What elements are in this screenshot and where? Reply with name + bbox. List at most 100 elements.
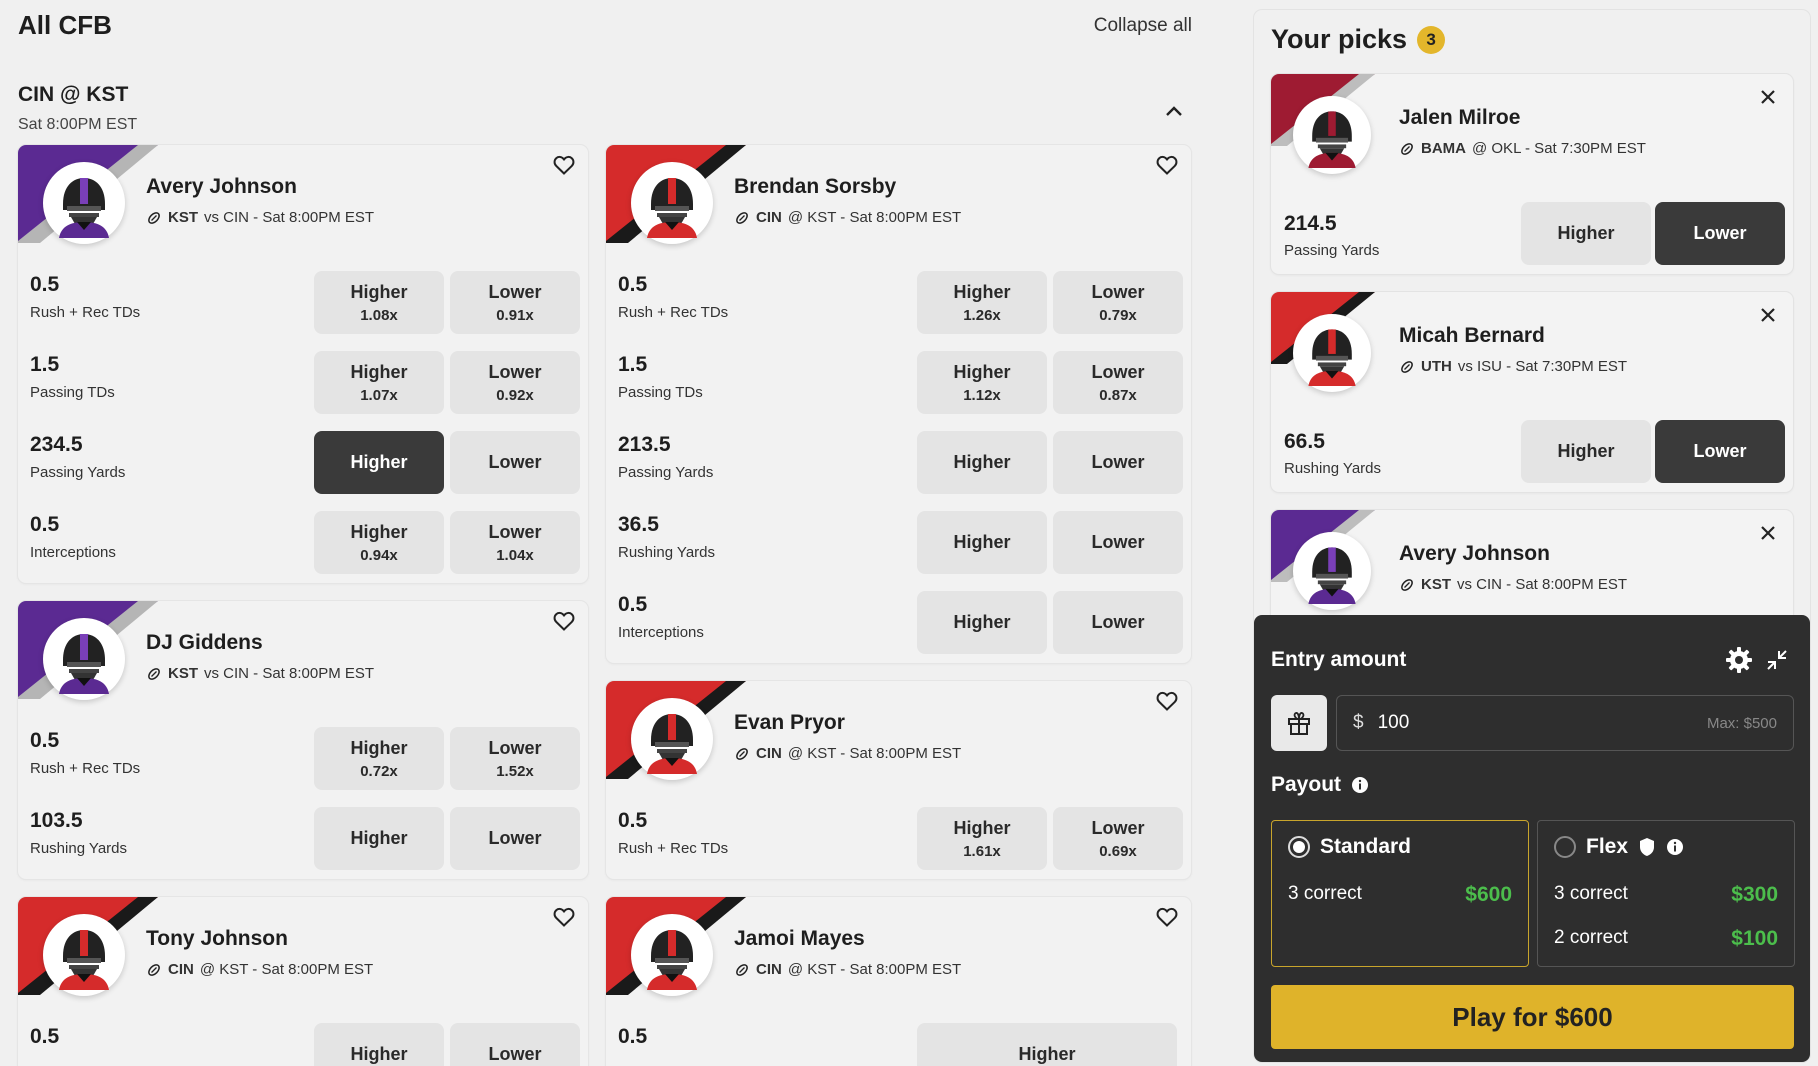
lower-multiplier: 1.04x bbox=[496, 546, 534, 564]
helmet-icon bbox=[1299, 102, 1365, 168]
lower-button-selected[interactable]: Lower bbox=[1655, 202, 1785, 265]
lower-button-selected[interactable]: Lower bbox=[1655, 420, 1785, 483]
player-matchup: KST vs CIN - Sat 8:00PM EST bbox=[146, 665, 374, 682]
stat-row: 0.5 Interceptions Higher Lower bbox=[606, 583, 1191, 663]
info-icon[interactable] bbox=[1666, 838, 1684, 856]
close-icon[interactable] bbox=[1757, 522, 1779, 544]
lower-label: Lower bbox=[1091, 532, 1145, 552]
higher-button[interactable]: Higher bbox=[917, 431, 1047, 494]
team-abbr: CIN bbox=[756, 961, 782, 978]
stat-label: Passing Yards bbox=[1284, 242, 1380, 259]
player-matchup: KST vs CIN - Sat 8:00PM EST bbox=[1399, 576, 1627, 593]
lower-label: Lower bbox=[1091, 817, 1145, 838]
minimize-icon[interactable] bbox=[1765, 648, 1789, 672]
higher-button[interactable]: Higher bbox=[1521, 420, 1651, 483]
higher-button[interactable]: Higher 1.26x bbox=[917, 271, 1047, 334]
higher-button[interactable]: Higher bbox=[314, 807, 444, 870]
higher-button[interactable]: Higher bbox=[917, 1023, 1177, 1066]
heart-icon[interactable] bbox=[552, 609, 576, 633]
heart-icon[interactable] bbox=[552, 153, 576, 177]
lower-button[interactable]: Lower 1.52x bbox=[450, 727, 580, 790]
higher-button-selected[interactable]: Higher bbox=[314, 431, 444, 494]
higher-button[interactable]: Higher 1.12x bbox=[917, 351, 1047, 414]
shield-icon bbox=[1640, 838, 1655, 856]
football-icon bbox=[1399, 359, 1415, 375]
higher-button[interactable]: Higher bbox=[917, 591, 1047, 654]
entry-amount-input[interactable]: $ 100 Max: $500 bbox=[1336, 695, 1794, 751]
player-card: Jamoi Mayes CIN @ KST - Sat 8:00PM EST 0.… bbox=[606, 897, 1191, 1066]
lower-button[interactable]: Lower 0.87x bbox=[1053, 351, 1183, 414]
higher-label: Higher bbox=[1018, 1044, 1076, 1064]
payout-option-standard[interactable]: Standard 3 correct $600 bbox=[1271, 820, 1529, 967]
player-avatar bbox=[43, 618, 125, 700]
stat-row: 0.5 Higher bbox=[606, 1015, 1191, 1066]
collapse-all-button[interactable]: Collapse all bbox=[1094, 15, 1192, 37]
lower-multiplier: 0.92x bbox=[496, 386, 534, 404]
team-abbr: KST bbox=[168, 209, 198, 226]
team-abbr: CIN bbox=[756, 209, 782, 226]
heart-icon[interactable] bbox=[1155, 689, 1179, 713]
radio-selected[interactable] bbox=[1288, 836, 1310, 858]
higher-button[interactable]: Higher 0.94x bbox=[314, 511, 444, 574]
lower-button[interactable]: Lower 0.79x bbox=[1053, 271, 1183, 334]
picks-panel: Your picks 3 Jalen Milroe BAMA @ OKL - Sa… bbox=[1254, 10, 1810, 1062]
stat-label: Rush + Rec TDs bbox=[618, 304, 729, 321]
lower-button[interactable]: Lower bbox=[450, 807, 580, 870]
lower-button[interactable]: Lower bbox=[450, 431, 580, 494]
higher-label: Higher bbox=[953, 612, 1011, 632]
stat-label: Rushing Yards bbox=[1284, 460, 1382, 477]
game-title: CIN @ KST bbox=[18, 83, 129, 106]
lower-button[interactable]: Lower bbox=[1053, 431, 1183, 494]
higher-multiplier: 0.72x bbox=[360, 762, 398, 780]
lower-button[interactable]: Lower bbox=[1053, 591, 1183, 654]
higher-button[interactable]: Higher bbox=[314, 1023, 444, 1066]
heart-icon[interactable] bbox=[1155, 905, 1179, 929]
stat-value: 1.5 bbox=[618, 353, 648, 376]
heart-icon[interactable] bbox=[1155, 153, 1179, 177]
info-icon[interactable] bbox=[1351, 776, 1369, 794]
stat-value: 0.5 bbox=[30, 729, 60, 752]
higher-button[interactable]: Higher 1.61x bbox=[917, 807, 1047, 870]
stat-value: 0.5 bbox=[30, 273, 60, 296]
higher-button[interactable]: Higher 1.07x bbox=[314, 351, 444, 414]
lower-button[interactable]: Lower bbox=[1053, 511, 1183, 574]
lower-button[interactable]: Lower bbox=[450, 1023, 580, 1066]
payout-option-flex[interactable]: Flex 3 correct $300 2 correct $100 bbox=[1537, 820, 1795, 967]
play-button[interactable]: Play for $600 bbox=[1271, 985, 1794, 1049]
stat-label: Rush + Rec TDs bbox=[618, 840, 729, 857]
lower-button[interactable]: Lower 1.04x bbox=[450, 511, 580, 574]
chevron-up-icon[interactable] bbox=[1162, 100, 1186, 124]
higher-multiplier: 1.61x bbox=[963, 842, 1001, 860]
higher-button[interactable]: Higher 1.08x bbox=[314, 271, 444, 334]
stat-label: Rushing Yards bbox=[618, 544, 716, 561]
payout-line: 3 correct $600 bbox=[1288, 883, 1512, 907]
higher-button[interactable]: Higher bbox=[917, 511, 1047, 574]
close-icon[interactable] bbox=[1757, 86, 1779, 108]
lower-button[interactable]: Lower 0.92x bbox=[450, 351, 580, 414]
player-card: Brendan Sorsby CIN @ KST - Sat 8:00PM EST… bbox=[606, 145, 1191, 663]
main-area: All CFB Collapse all CIN @ KST Sat 8:00P… bbox=[0, 0, 1210, 1066]
heart-icon[interactable] bbox=[552, 905, 576, 929]
stat-row: 0.5 Higher Lower bbox=[18, 1015, 588, 1066]
stat-row: 0.5 Rush + Rec TDs Higher 1.61x Lower 0.69… bbox=[606, 799, 1191, 879]
radio-unselected[interactable] bbox=[1554, 836, 1576, 858]
player-matchup: CIN @ KST - Sat 8:00PM EST bbox=[734, 961, 961, 978]
football-icon bbox=[146, 210, 162, 226]
player-name: Evan Pryor bbox=[734, 711, 845, 734]
stat-value: 0.5 bbox=[618, 593, 648, 616]
gear-icon[interactable] bbox=[1724, 645, 1754, 675]
close-icon[interactable] bbox=[1757, 304, 1779, 326]
matchup-text: @ KST - Sat 8:00PM EST bbox=[787, 745, 962, 762]
higher-button[interactable]: Higher bbox=[1521, 202, 1651, 265]
football-icon bbox=[146, 666, 162, 682]
gift-button[interactable] bbox=[1271, 695, 1327, 751]
option-header: Standard bbox=[1288, 835, 1411, 859]
payout-title-text: Payout bbox=[1271, 773, 1342, 796]
team-abbr: KST bbox=[1421, 576, 1451, 593]
lower-button[interactable]: Lower 0.91x bbox=[450, 271, 580, 334]
higher-button[interactable]: Higher 0.72x bbox=[314, 727, 444, 790]
higher-label: Higher bbox=[953, 281, 1011, 302]
player-card: Avery Johnson KST vs CIN - Sat 8:00PM EST… bbox=[18, 145, 588, 583]
matchup-text: vs CIN - Sat 8:00PM EST bbox=[1457, 576, 1628, 593]
lower-button[interactable]: Lower 0.69x bbox=[1053, 807, 1183, 870]
